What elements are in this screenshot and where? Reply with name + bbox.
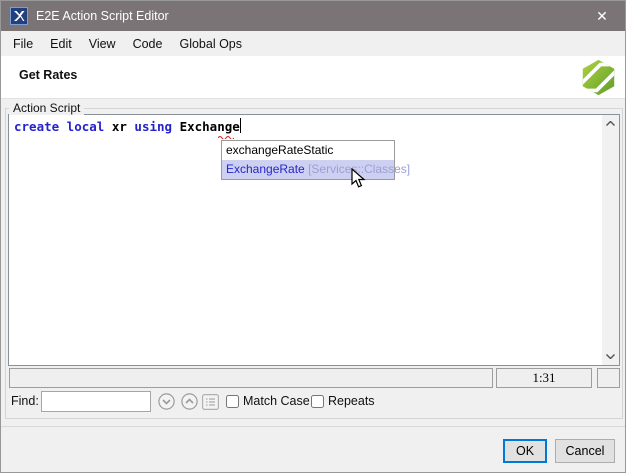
action-script-group-label: Action Script (9, 101, 84, 115)
scroll-up-icon[interactable] (602, 115, 619, 132)
repeats-checkbox-group: Repeats (311, 394, 375, 408)
titlebar[interactable]: E2E Action Script Editor ✕ (1, 1, 625, 31)
app-icon (10, 7, 28, 25)
spell-error-squiggle (218, 135, 234, 139)
find-options-icon[interactable] (202, 394, 219, 410)
autocomplete-item-selected[interactable]: ExchangeRate [Services::Classes] (222, 160, 394, 179)
close-icon: ✕ (596, 8, 608, 25)
match-case-label[interactable]: Match Case (243, 394, 310, 408)
menu-code[interactable]: Code (133, 37, 163, 51)
caret-position-indicator: 1:31 (496, 368, 592, 388)
window-title: E2E Action Script Editor (36, 9, 579, 23)
menu-edit[interactable]: Edit (50, 37, 72, 51)
find-next-icon[interactable] (158, 393, 175, 410)
repeats-label[interactable]: Repeats (328, 394, 375, 408)
status-message-panel (9, 368, 493, 388)
ok-button[interactable]: OK (503, 439, 547, 463)
match-case-checkbox[interactable] (226, 395, 239, 408)
scroll-down-icon[interactable] (602, 348, 619, 365)
dialog-button-bar: OK Cancel (1, 426, 626, 473)
e2e-logo-icon (580, 59, 617, 96)
find-previous-icon[interactable] (181, 393, 198, 410)
autocomplete-item-name: ExchangeRate (226, 162, 305, 176)
close-button[interactable]: ✕ (579, 1, 625, 31)
code-line: create local xr using Exchange (14, 118, 241, 134)
action-script-editor-dialog: E2E Action Script Editor ✕ File Edit Vie… (0, 0, 626, 473)
menu-view[interactable]: View (89, 37, 116, 51)
vertical-scrollbar[interactable] (602, 115, 619, 365)
match-case-checkbox-group: Match Case (226, 394, 310, 408)
autocomplete-item[interactable]: exchangeRateStatic (222, 141, 394, 160)
code-token-identifier: Exchange (180, 119, 240, 134)
page-title: Get Rates (19, 68, 77, 82)
text-caret (240, 118, 241, 133)
find-input[interactable] (41, 391, 151, 412)
mouse-cursor-icon (351, 168, 366, 189)
status-end-panel (597, 368, 620, 388)
menu-global-ops[interactable]: Global Ops (179, 37, 242, 51)
menu-file[interactable]: File (13, 37, 33, 51)
header: Get Rates (1, 56, 625, 99)
repeats-checkbox[interactable] (311, 395, 324, 408)
code-token-identifier: xr (112, 119, 135, 134)
content-area: Action Script create local xr using Exch… (1, 99, 626, 426)
code-token-keyword: create local (14, 119, 112, 134)
find-bar: Find: Match Case (1, 391, 626, 413)
find-label: Find: (11, 394, 39, 408)
cancel-button[interactable]: Cancel (555, 439, 615, 463)
code-token-keyword: using (134, 119, 179, 134)
autocomplete-item-name: exchangeRateStatic (226, 143, 333, 157)
menubar: File Edit View Code Global Ops (1, 31, 625, 56)
autocomplete-popup: exchangeRateStatic ExchangeRate [Service… (221, 140, 395, 180)
